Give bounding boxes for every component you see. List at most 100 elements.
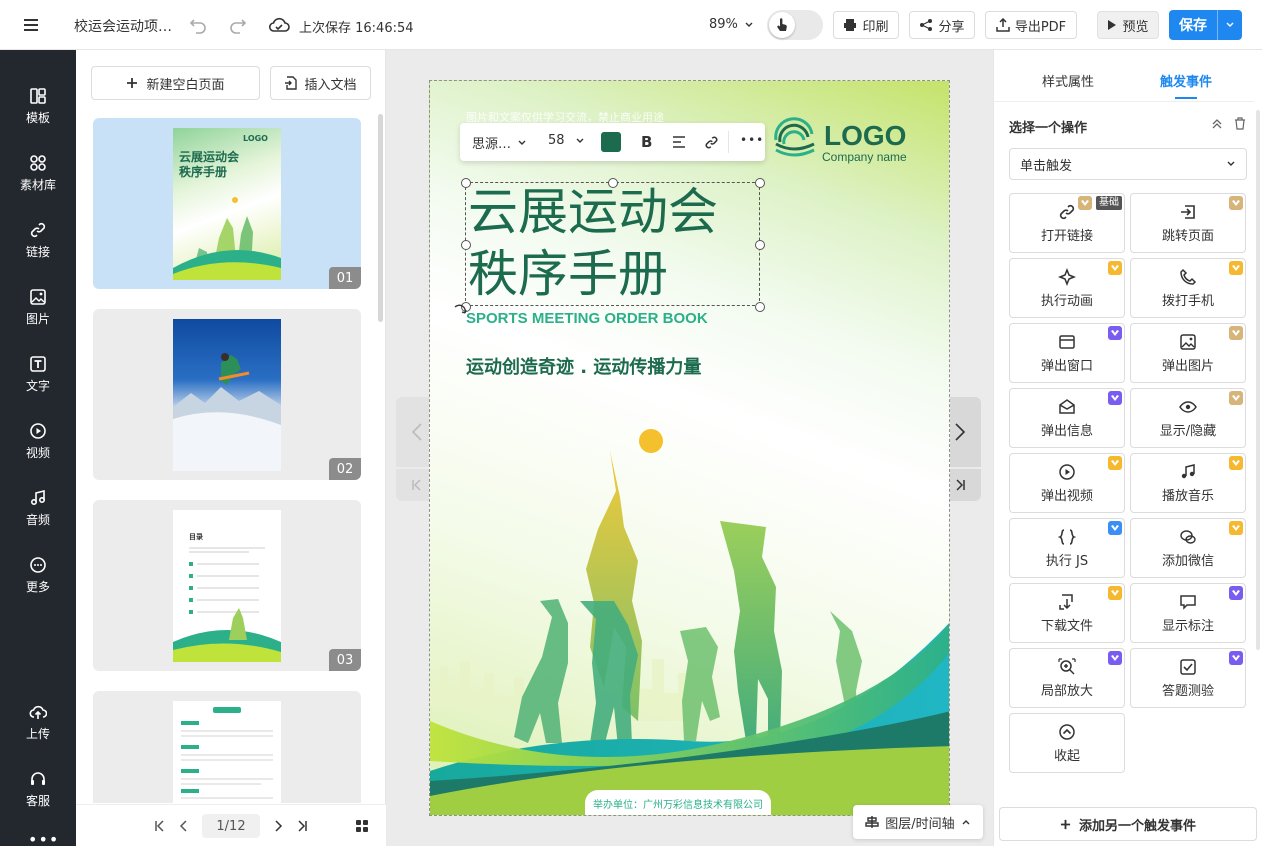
action-label: 显示/隐藏 (1159, 423, 1217, 439)
next-page-icon[interactable] (272, 820, 284, 832)
action-braces[interactable]: 执行 JS (1009, 518, 1125, 578)
vip-badge-icon (1229, 391, 1243, 405)
nav-text[interactable]: 文字 (0, 344, 76, 404)
action-jump-page[interactable]: 跳转页面 (1130, 193, 1246, 253)
action-window[interactable]: 弹出窗口 (1009, 323, 1125, 383)
page-indicator[interactable]: 1/12 (202, 814, 260, 838)
scrollbar[interactable] (1256, 110, 1260, 650)
add-trigger-label: 添加另一个触发事件 (1078, 818, 1196, 834)
grid-view-icon[interactable] (355, 819, 369, 833)
preview-button[interactable]: 预览 (1097, 11, 1159, 39)
envelope-icon (1059, 398, 1075, 414)
new-blank-page-button[interactable]: 新建空白页面 (91, 66, 260, 100)
nav-assets[interactable]: 素材库 (0, 143, 76, 203)
share-button[interactable]: 分享 (909, 11, 975, 39)
page-thumb-4[interactable] (93, 691, 361, 803)
nav-label: 链接 (25, 244, 50, 259)
nav-more[interactable]: 更多 (0, 545, 76, 605)
nav-video[interactable]: 视频 (0, 411, 76, 471)
zoom-value: 89% (709, 17, 738, 32)
new-page-label: 新建空白页面 (146, 77, 225, 93)
headset-icon (31, 771, 45, 785)
left-nav: 模板 素材库 链接 图片 文字 视频 音频 更多 上传 客服 ••• (0, 50, 76, 849)
print-button[interactable]: 印刷 (833, 11, 899, 39)
layers-timeline-button[interactable]: 图层/时间轴 (853, 805, 983, 839)
undo-icon[interactable] (188, 15, 208, 35)
page-thumb-1[interactable]: 云展运动会 秩序手册 LOGO 01 (93, 118, 361, 289)
vip-badge-icon (1108, 456, 1122, 470)
collapse-icon (1059, 723, 1075, 740)
action-download[interactable]: 下载文件 (1009, 583, 1125, 643)
nav-label: 图片 (25, 311, 50, 326)
vip-badge-icon (1108, 326, 1122, 340)
nav-support[interactable]: 客服 (0, 759, 76, 819)
vip-badge-icon (1229, 261, 1243, 275)
last-page-icon[interactable] (296, 820, 308, 832)
menu-icon[interactable] (22, 16, 40, 34)
redo-icon[interactable] (228, 15, 248, 35)
thumb-illustration (173, 197, 281, 280)
action-music[interactable]: 播放音乐 (1130, 453, 1246, 513)
action-label: 显示标注 (1161, 618, 1214, 634)
pagination-bar: 1/12 (76, 804, 386, 846)
nav-label: 音频 (25, 512, 50, 527)
save-dropdown-chevron-icon[interactable] (1217, 10, 1242, 40)
thumb-text-page (173, 701, 281, 803)
nav-audio[interactable]: 音频 (0, 478, 76, 538)
link-icon (1059, 204, 1075, 219)
layers-label: 图层/时间轴 (885, 816, 955, 832)
page-thumb-3[interactable]: 目录 03 (93, 500, 361, 671)
action-image[interactable]: 弹出图片 (1130, 323, 1246, 383)
add-trigger-event-button[interactable]: 添加另一个触发事件 (999, 807, 1257, 841)
organizer-label[interactable]: 举办单位：广州万彩信息技术有限公司 (585, 790, 771, 815)
grid-icon (30, 154, 46, 171)
zoom-select[interactable]: 89% (709, 17, 754, 32)
plus-icon (127, 78, 138, 88)
video-icon (30, 422, 46, 439)
action-link[interactable]: 打开链接 基础 (1009, 193, 1125, 253)
action-label: 执行动画 (1040, 293, 1093, 309)
basic-badge: 基础 (1096, 196, 1122, 210)
action-comment[interactable]: 显示标注 (1130, 583, 1246, 643)
action-play[interactable]: 弹出视频 (1009, 453, 1125, 513)
page-canvas[interactable]: 图片和文案仅供学习交流，禁止商业用途 LOGO Company name 思源…… (429, 80, 950, 816)
ellipsis-icon[interactable]: ••• (28, 830, 59, 849)
export-pdf-button[interactable]: 导出PDF (985, 11, 1077, 39)
action-phone[interactable]: 拨打手机 (1130, 258, 1246, 318)
text-icon (30, 355, 46, 372)
nav-links[interactable]: 链接 (0, 210, 76, 270)
first-page-icon[interactable] (154, 820, 166, 832)
insert-document-button[interactable]: 插入文档 (270, 66, 371, 100)
action-collapse[interactable]: 收起 (1009, 713, 1125, 773)
prev-page-icon[interactable] (178, 820, 190, 832)
save-button[interactable]: 保存 (1169, 15, 1217, 35)
thumb-cover: 云展运动会 秩序手册 LOGO (173, 128, 281, 280)
action-quiz[interactable]: 答题测验 (1130, 648, 1246, 708)
jump-page-icon (1181, 204, 1195, 219)
scrollbar[interactable] (378, 114, 383, 322)
nav-templates[interactable]: 模板 (0, 76, 76, 136)
download-icon (1059, 593, 1073, 610)
page-thumb-2[interactable]: 02 (93, 309, 361, 480)
action-eye[interactable]: 显示/隐藏 (1130, 388, 1246, 448)
eye-icon (1179, 400, 1197, 413)
nav-label: 视频 (25, 445, 50, 460)
interaction-toggle[interactable] (767, 10, 823, 40)
action-grid: 打开链接 基础 跳转页面执行动画 拨打手机 弹出窗口 弹出图片 弹出信息 显示/隐藏弹出视频 播… (994, 50, 1262, 790)
action-label: 播放音乐 (1161, 488, 1214, 504)
action-wechat[interactable]: 添加微信 (1130, 518, 1246, 578)
nav-label: 上传 (25, 726, 50, 741)
action-label: 弹出视频 (1040, 488, 1093, 504)
action-label: 下载文件 (1040, 618, 1093, 634)
braces-icon (1058, 528, 1076, 545)
print-label: 印刷 (862, 19, 889, 35)
action-zoom[interactable]: 局部放大 (1009, 648, 1125, 708)
vip-badge-icon (1108, 391, 1122, 405)
nav-images[interactable]: 图片 (0, 277, 76, 337)
action-envelope[interactable]: 弹出信息 (1009, 388, 1125, 448)
action-sparkle[interactable]: 执行动画 (1009, 258, 1125, 318)
last-slide-icon (956, 479, 965, 491)
nav-upload[interactable]: 上传 (0, 692, 76, 752)
project-title[interactable]: 校运会运动项… (74, 16, 172, 36)
music-icon (30, 489, 46, 505)
